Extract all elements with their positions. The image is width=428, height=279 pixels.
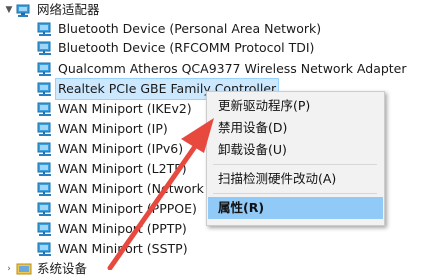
system-devices-folder-icon xyxy=(16,263,32,275)
device-label: WAN Miniport (IKEv2) xyxy=(58,101,192,116)
collapse-icon[interactable]: ▼ xyxy=(4,0,14,20)
network-adapter-icon xyxy=(37,242,51,256)
menu-separator xyxy=(213,193,377,194)
device-label: Bluetooth Device (RFCOMM Protocol TDI) xyxy=(58,40,315,55)
network-adapter-icon xyxy=(37,82,51,96)
menu-separator xyxy=(213,164,377,165)
network-adapter-icon xyxy=(37,62,51,76)
network-adapter-icon xyxy=(37,162,51,176)
network-adapter-icon xyxy=(37,122,51,136)
category-label: 系统设备 xyxy=(37,261,88,276)
device-label: WAN Miniport (PPTP) xyxy=(58,221,187,236)
network-adapter-icon xyxy=(37,182,51,196)
device-label: WAN Miniport (IPv6) xyxy=(58,141,184,156)
network-adapter-icon xyxy=(37,202,51,216)
device-label: WAN Miniport (IP) xyxy=(58,121,168,136)
network-adapter-folder-icon xyxy=(16,4,30,17)
device-label: WAN Miniport (PPPOE) xyxy=(58,201,197,216)
context-menu: 更新驱动程序(P) 禁用设备(D) 卸载设备(U) 扫描检测硬件改动(A) 属性… xyxy=(206,91,385,226)
uninstall-device-menu-item[interactable]: 卸载设备(U) xyxy=(208,139,383,161)
network-adapter-icon xyxy=(37,222,51,236)
device-label: WAN Miniport (SSTP) xyxy=(58,241,188,256)
expand-icon[interactable]: › xyxy=(4,259,14,279)
category-label: 网络适配器 xyxy=(37,2,100,17)
network-adapter-icon xyxy=(37,142,51,156)
device-label: Bluetooth Device (Personal Area Network) xyxy=(58,21,322,36)
disable-device-menu-item[interactable]: 禁用设备(D) xyxy=(208,117,383,139)
device-label: WAN Miniport (L2TP) xyxy=(58,161,187,176)
network-adapter-icon xyxy=(37,102,51,116)
scan-hardware-changes-menu-item[interactable]: 扫描检测硬件改动(A) xyxy=(208,168,383,190)
network-adapter-icon xyxy=(37,22,51,36)
update-driver-menu-item[interactable]: 更新驱动程序(P) xyxy=(208,95,383,117)
network-adapter-icon xyxy=(37,41,51,55)
device-label: Qualcomm Atheros QCA9377 Wireless Networ… xyxy=(58,61,407,76)
properties-menu-item[interactable]: 属性(R) xyxy=(208,197,383,219)
